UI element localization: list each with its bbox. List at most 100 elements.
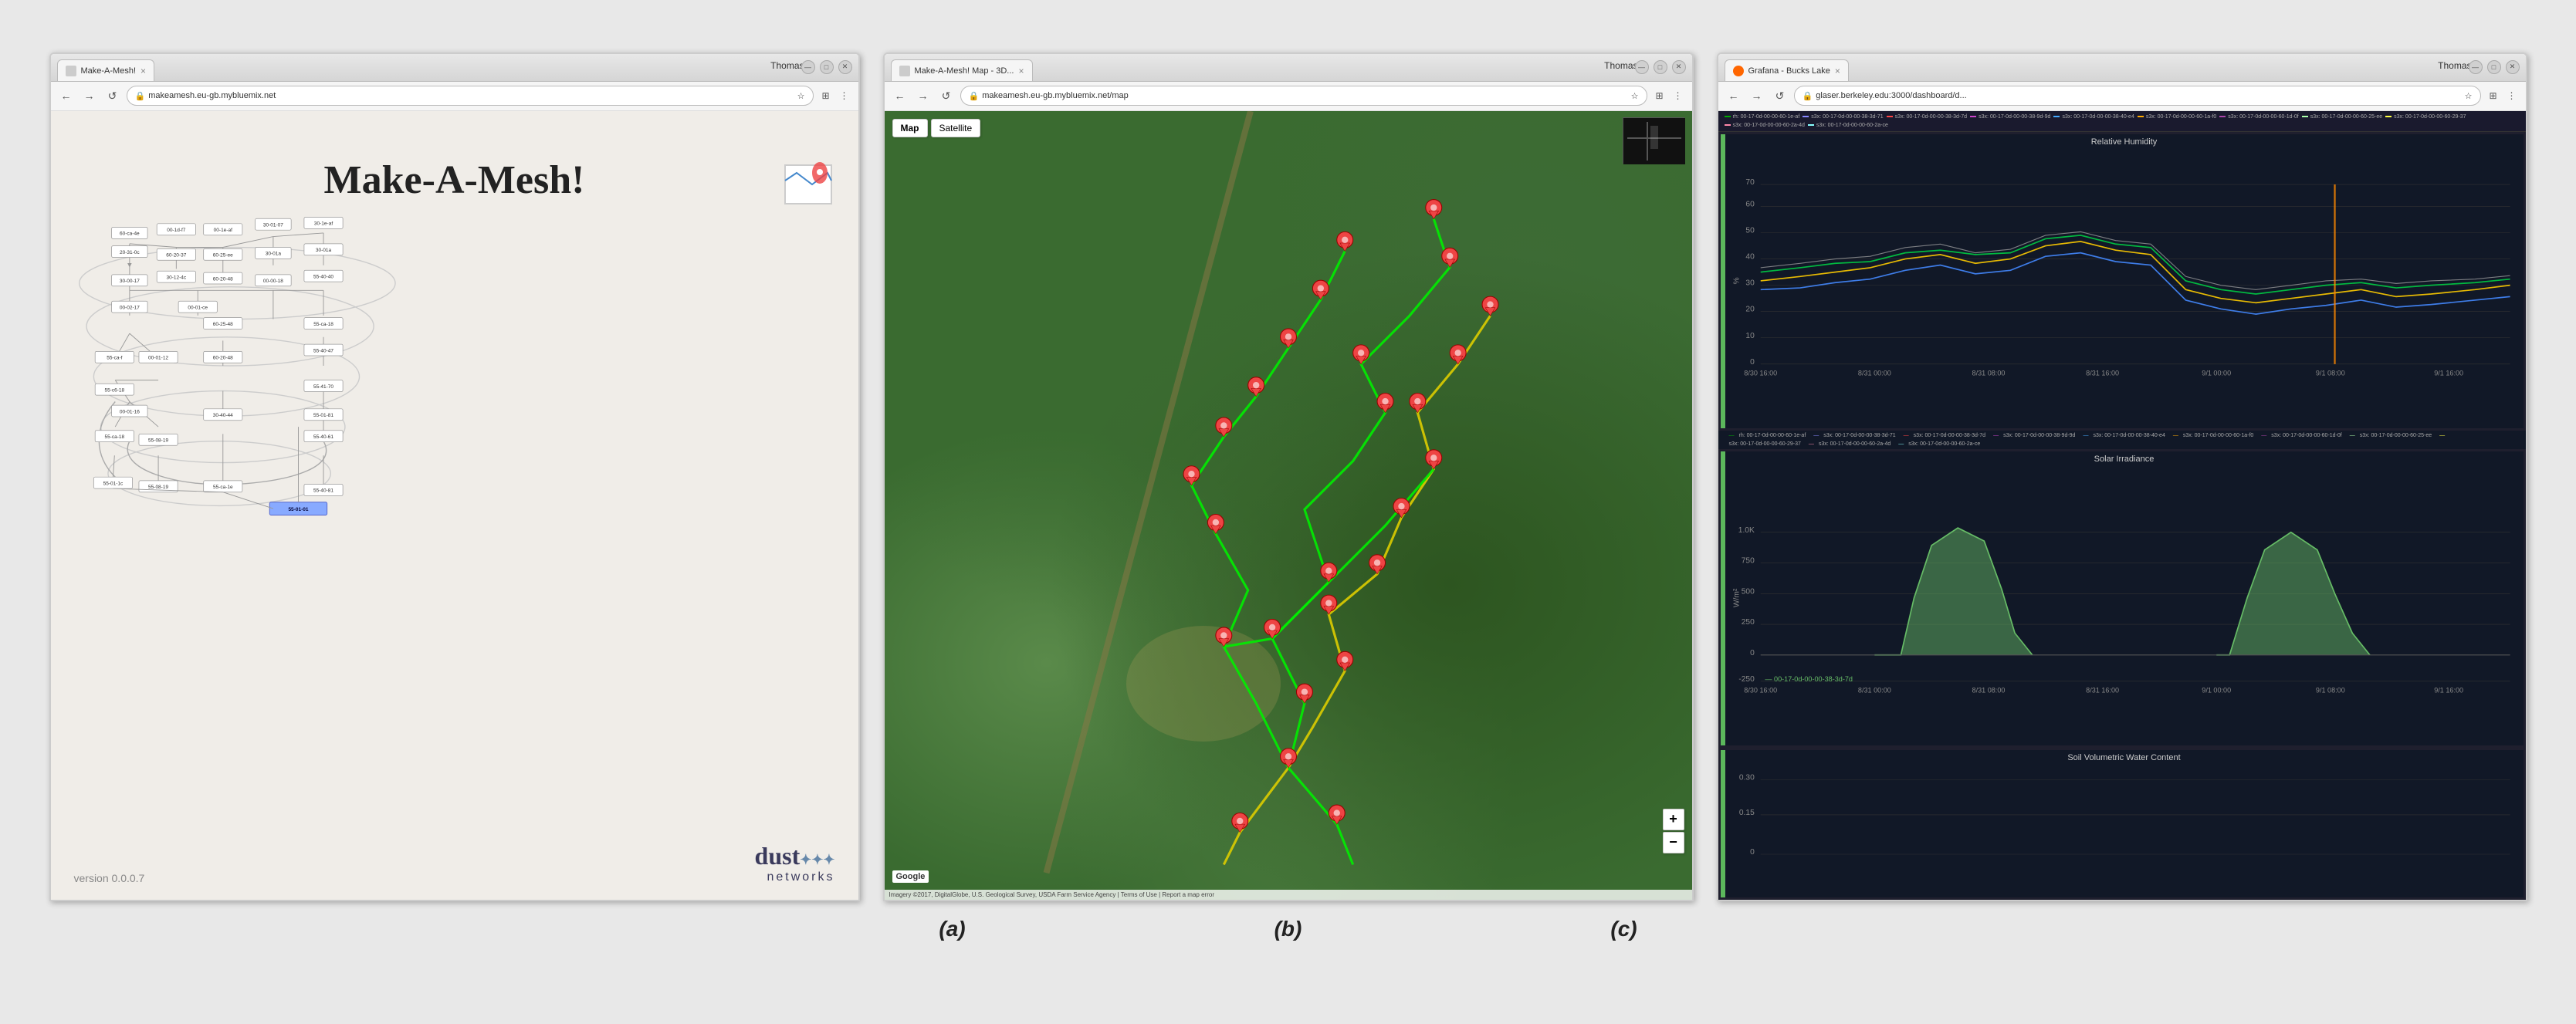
soil-panel: Soil Volumetric Water Content 0 0.15 0.3… <box>1721 750 2524 897</box>
humidity-panel: Relative Humidity 0 10 20 30 40 50 60 70 <box>1721 134 2524 428</box>
legend-label-8: s3x: 00-17-0d-00-00-60-29-37 <box>2394 114 2466 120</box>
solar-svg: -250 0 250 500 750 1.0K W/m² <box>1730 467 2519 711</box>
grafana-legend-mid: ―rh: 00-17-0d-00-00-60-1e-af ―s3x: 00-17… <box>1718 431 2526 449</box>
svg-text:9/1 00:00: 9/1 00:00 <box>2202 369 2231 377</box>
extension-icon-b[interactable]: ⊞ <box>1652 88 1667 103</box>
tab-close-b[interactable]: × <box>1018 66 1024 76</box>
star-icon-b: ☆ <box>1631 91 1639 101</box>
address-bar-b[interactable]: 🔒 makeamesh.eu-gb.mybluemix.net/map ☆ <box>960 86 1647 106</box>
svg-text:%: % <box>1732 277 1741 284</box>
star-icon-a: ☆ <box>797 91 805 101</box>
address-bar-c[interactable]: 🔒 glaser.berkeley.edu:3000/dashboard/d..… <box>1794 86 2481 106</box>
close-btn-c[interactable]: ✕ <box>2506 60 2520 74</box>
legend-label-0: rh: 00-17-0d-00-00-60-1e-af <box>1733 114 1800 120</box>
address-bar-a[interactable]: 🔒 makeamesh.eu-gb.mybluemix.net ☆ <box>127 86 814 106</box>
zoom-in-btn[interactable]: + <box>1663 809 1684 830</box>
mesh-diagram: 60-ca-4e 00-1d-f7 00-1e-af 30-01-07 30-1… <box>66 211 437 520</box>
back-btn-c[interactable]: ← <box>1725 86 1743 105</box>
svg-text:00-02-17: 00-02-17 <box>119 305 139 310</box>
svg-text:8/31 00:00: 8/31 00:00 <box>1857 369 1891 377</box>
mesh-footer: version 0.0.0.7 dust✦✦✦ networks <box>51 842 858 884</box>
refresh-btn-a[interactable]: ↺ <box>103 86 122 105</box>
svg-text:55-ca-18: 55-ca-18 <box>313 321 333 326</box>
tab-c[interactable]: Grafana - Bucks Lake × <box>1725 59 1849 81</box>
svg-text:55-ca-f: 55-ca-f <box>107 355 122 360</box>
tab-b[interactable]: Make-A-Mesh! Map - 3D... × <box>891 59 1033 81</box>
tab-bar-b: Make-A-Mesh! Map - 3D... × <box>891 54 1686 81</box>
user-c: Thomas <box>2438 60 2471 71</box>
minimize-btn-c[interactable]: — <box>2469 60 2483 74</box>
titlebar-c: Grafana - Bucks Lake × Thomas — □ ✕ <box>1718 54 2526 82</box>
legend-item-8: s3x: 00-17-0d-00-00-60-29-37 <box>2385 114 2466 120</box>
lock-icon-b: 🔒 <box>969 91 980 101</box>
menu-icon-a[interactable]: ⋮ <box>837 88 852 103</box>
svg-text:9/1 08:00: 9/1 08:00 <box>2315 369 2344 377</box>
svg-text:8/31 16:00: 8/31 16:00 <box>2086 686 2119 694</box>
svg-text:00-00-18: 00-00-18 <box>262 279 283 284</box>
svg-text:30-01-07: 30-01-07 <box>262 222 283 228</box>
svg-text:55-ca-18: 55-ca-18 <box>104 434 124 439</box>
map-btn-map[interactable]: Map <box>892 119 928 137</box>
tab-label-a: Make-A-Mesh! <box>81 66 137 76</box>
soil-svg: 0 0.15 0.30 <box>1730 765 2519 864</box>
svg-text:8/31 08:00: 8/31 08:00 <box>1972 686 2005 694</box>
back-btn-b[interactable]: ← <box>891 86 909 105</box>
minimize-btn-a[interactable]: — <box>801 60 815 74</box>
legend-label-7: s3x: 00-17-0d-00-00-60-25-ee <box>2310 114 2382 120</box>
svg-text:8/30 16:00: 8/30 16:00 <box>1744 369 1777 377</box>
legend-item-9: s3x: 00-17-0d-00-00-60-2a-4d <box>1725 123 1805 128</box>
svg-text:1.0K: 1.0K <box>1738 526 1754 535</box>
close-btn-b[interactable]: ✕ <box>1672 60 1686 74</box>
caption-b: (b) <box>1274 917 1302 941</box>
legend-item-5: s3x: 00-17-0d-00-00-60-1a-f0 <box>2138 114 2216 120</box>
extension-icon-a[interactable]: ⊞ <box>818 88 834 103</box>
humidity-chart-container: Relative Humidity 0 10 20 30 40 50 60 70 <box>1721 134 2524 428</box>
minimize-btn-b[interactable]: — <box>1635 60 1649 74</box>
svg-text:30-01a: 30-01a <box>315 248 331 253</box>
menu-icon-c[interactable]: ⋮ <box>2504 88 2520 103</box>
svg-text:55-40-47: 55-40-47 <box>313 348 333 353</box>
svg-text:30-1e-af: 30-1e-af <box>313 221 332 226</box>
forward-btn-a[interactable]: → <box>80 86 99 105</box>
maximize-btn-b[interactable]: □ <box>1654 60 1667 74</box>
legend-color-2 <box>1887 116 1893 117</box>
solar-panel: Solar Irradiance -250 0 250 500 750 1.0K… <box>1721 451 2524 745</box>
forward-btn-b[interactable]: → <box>914 86 933 105</box>
tab-favicon-c <box>1733 66 1744 76</box>
maximize-btn-a[interactable]: □ <box>820 60 834 74</box>
tab-close-c[interactable]: × <box>1835 66 1840 76</box>
map-markers <box>1183 199 1498 832</box>
svg-text:60-ca-4e: 60-ca-4e <box>120 231 140 236</box>
tab-a[interactable]: Make-A-Mesh! × <box>57 59 155 81</box>
svg-text:60-20-48: 60-20-48 <box>212 355 232 360</box>
legend-label-5: s3x: 00-17-0d-00-00-60-1a-f0 <box>2146 114 2216 120</box>
svg-text:9/1 16:00: 9/1 16:00 <box>2434 369 2463 377</box>
titlebar-b: Make-A-Mesh! Map - 3D... × Thomas — □ ✕ <box>885 54 1692 82</box>
tab-close-a[interactable]: × <box>140 66 146 76</box>
legend-color-6 <box>2219 116 2226 117</box>
svg-text:30-00-17: 30-00-17 <box>119 279 139 284</box>
extension-icon-c[interactable]: ⊞ <box>2486 88 2501 103</box>
map-footer: Imagery ©2017, DigitalGlobe, U.S. Geolog… <box>885 890 1692 900</box>
svg-text:9/1 08:00: 9/1 08:00 <box>2315 686 2344 694</box>
refresh-btn-c[interactable]: ↺ <box>1771 86 1789 105</box>
maximize-btn-c[interactable]: □ <box>2487 60 2501 74</box>
grafana-page: rh: 00-17-0d-00-00-60-1e-af s3x: 00-17-0… <box>1718 111 2526 900</box>
map-btn-satellite[interactable]: Satellite <box>931 119 981 137</box>
forward-btn-c[interactable]: → <box>1748 86 1766 105</box>
humidity-title: Relative Humidity <box>1730 137 2519 147</box>
tab-label-b: Make-A-Mesh! Map - 3D... <box>915 66 1014 76</box>
menu-icon-b[interactable]: ⋮ <box>1671 88 1686 103</box>
caption-row: (a) (b) (c) <box>939 917 1637 941</box>
zoom-out-btn[interactable]: − <box>1663 832 1684 853</box>
refresh-btn-b[interactable]: ↺ <box>937 86 956 105</box>
svg-text:55-01-81: 55-01-81 <box>313 413 333 418</box>
svg-text:0.15: 0.15 <box>1738 809 1754 817</box>
svg-text:-250: -250 <box>1738 675 1755 684</box>
svg-text:70: 70 <box>1745 178 1755 187</box>
toolbar-icons-b: ⊞ ⋮ <box>1652 88 1686 103</box>
svg-text:8/31 08:00: 8/31 08:00 <box>1972 369 2005 377</box>
back-btn-a[interactable]: ← <box>57 86 76 105</box>
version-text: version 0.0.0.7 <box>74 872 145 884</box>
close-btn-a[interactable]: ✕ <box>838 60 852 74</box>
